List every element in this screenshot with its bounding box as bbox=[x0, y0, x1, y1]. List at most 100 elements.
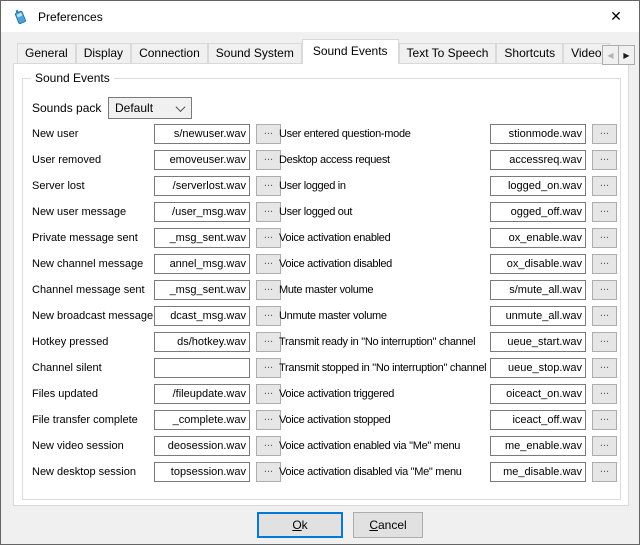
sound-event-row: Transmit ready in "No interruption" chan… bbox=[279, 332, 617, 352]
tab-bar: General Display Connection Sound System … bbox=[17, 39, 635, 64]
sound-event-label: Private message sent bbox=[32, 232, 154, 244]
browse-button[interactable]: ... bbox=[592, 228, 617, 248]
ok-button[interactable]: Ok bbox=[257, 512, 343, 538]
sound-event-row: New video session ... bbox=[32, 436, 281, 456]
sound-file-input[interactable] bbox=[490, 462, 586, 482]
sound-file-input[interactable] bbox=[490, 228, 586, 248]
sound-event-row: File transfer complete ... bbox=[32, 410, 281, 430]
sound-file-input[interactable] bbox=[490, 254, 586, 274]
sound-event-label: Desktop access request bbox=[279, 154, 490, 166]
tab-scroll-right-icon[interactable]: ▶ bbox=[618, 45, 635, 65]
sound-event-label: Voice activation triggered bbox=[279, 388, 490, 400]
browse-button[interactable]: ... bbox=[256, 254, 281, 274]
sound-file-input[interactable] bbox=[490, 202, 586, 222]
sound-file-input[interactable] bbox=[154, 332, 250, 352]
sound-file-input[interactable] bbox=[490, 332, 586, 352]
preferences-dialog: Preferences ✕ General Display Connection… bbox=[0, 0, 640, 545]
browse-button[interactable]: ... bbox=[256, 124, 281, 144]
sounds-pack-value: Default bbox=[115, 101, 153, 115]
tab-text-to-speech[interactable]: Text To Speech bbox=[399, 43, 497, 63]
sound-file-input[interactable] bbox=[490, 436, 586, 456]
sound-file-input[interactable] bbox=[154, 202, 250, 222]
sound-file-input[interactable] bbox=[490, 358, 586, 378]
sound-file-input[interactable] bbox=[490, 410, 586, 430]
browse-button[interactable]: ... bbox=[592, 176, 617, 196]
browse-button[interactable]: ... bbox=[256, 436, 281, 456]
window-title: Preferences bbox=[38, 10, 103, 24]
browse-button[interactable]: ... bbox=[256, 410, 281, 430]
ok-button-label: Ok bbox=[292, 518, 307, 532]
browse-button[interactable]: ... bbox=[256, 384, 281, 404]
sound-event-row: Voice activation disabled ... bbox=[279, 254, 617, 274]
sound-event-row: Hotkey pressed ... bbox=[32, 332, 281, 352]
browse-button[interactable]: ... bbox=[592, 332, 617, 352]
browse-button[interactable]: ... bbox=[592, 306, 617, 326]
tab-display[interactable]: Display bbox=[76, 43, 131, 63]
sound-event-row: User logged in ... bbox=[279, 176, 617, 196]
sound-file-input[interactable] bbox=[490, 150, 586, 170]
sound-event-label: Unmute master volume bbox=[279, 310, 490, 322]
sound-file-input[interactable] bbox=[490, 384, 586, 404]
browse-button[interactable]: ... bbox=[592, 150, 617, 170]
sound-file-input[interactable] bbox=[154, 176, 250, 196]
sound-events-column-left: New user ... User removed ... Server los… bbox=[32, 124, 281, 488]
tab-scroll-left-icon[interactable]: ◀ bbox=[602, 45, 619, 65]
browse-button[interactable]: ... bbox=[592, 358, 617, 378]
sound-event-row: Unmute master volume ... bbox=[279, 306, 617, 326]
sound-file-input[interactable] bbox=[154, 462, 250, 482]
browse-button[interactable]: ... bbox=[256, 462, 281, 482]
browse-button[interactable]: ... bbox=[256, 332, 281, 352]
browse-button[interactable]: ... bbox=[592, 280, 617, 300]
sound-file-input[interactable] bbox=[154, 384, 250, 404]
sound-file-input[interactable] bbox=[154, 124, 250, 144]
sound-file-input[interactable] bbox=[154, 410, 250, 430]
sound-file-input[interactable] bbox=[154, 228, 250, 248]
sound-event-row: Channel silent ... bbox=[32, 358, 281, 378]
browse-button[interactable]: ... bbox=[592, 462, 617, 482]
sound-event-row: Mute master volume ... bbox=[279, 280, 617, 300]
sound-event-label: Voice activation enabled via "Me" menu bbox=[279, 440, 490, 452]
browse-button[interactable]: ... bbox=[592, 202, 617, 222]
browse-button[interactable]: ... bbox=[256, 358, 281, 378]
sound-event-label: Server lost bbox=[32, 180, 154, 192]
browse-button[interactable]: ... bbox=[256, 280, 281, 300]
tab-connection[interactable]: Connection bbox=[131, 43, 208, 63]
sound-event-row: New desktop session ... bbox=[32, 462, 281, 482]
sound-events-column-right: User entered question-mode ... Desktop a… bbox=[279, 124, 617, 488]
chevron-down-icon bbox=[176, 102, 186, 112]
sound-file-input[interactable] bbox=[154, 306, 250, 326]
sound-event-row: Voice activation enabled ... bbox=[279, 228, 617, 248]
sound-file-input[interactable] bbox=[490, 176, 586, 196]
sound-file-input[interactable] bbox=[154, 436, 250, 456]
browse-button[interactable]: ... bbox=[592, 410, 617, 430]
browse-button[interactable]: ... bbox=[256, 150, 281, 170]
browse-button[interactable]: ... bbox=[256, 228, 281, 248]
sound-event-label: New user message bbox=[32, 206, 154, 218]
sounds-pack-select[interactable]: Default bbox=[108, 97, 192, 119]
sounds-pack-row: Sounds pack Default bbox=[32, 97, 192, 119]
sound-event-row: Files updated ... bbox=[32, 384, 281, 404]
close-icon[interactable]: ✕ bbox=[595, 1, 637, 32]
browse-button[interactable]: ... bbox=[256, 306, 281, 326]
sound-file-input[interactable] bbox=[154, 280, 250, 300]
sound-event-row: New user ... bbox=[32, 124, 281, 144]
tab-sound-system[interactable]: Sound System bbox=[208, 43, 302, 63]
sound-file-input[interactable] bbox=[154, 358, 250, 378]
sound-file-input[interactable] bbox=[490, 306, 586, 326]
sound-event-row: Desktop access request ... bbox=[279, 150, 617, 170]
cancel-button[interactable]: Cancel bbox=[353, 512, 423, 538]
browse-button[interactable]: ... bbox=[592, 254, 617, 274]
browse-button[interactable]: ... bbox=[592, 384, 617, 404]
browse-button[interactable]: ... bbox=[256, 176, 281, 196]
sound-file-input[interactable] bbox=[154, 254, 250, 274]
browse-button[interactable]: ... bbox=[256, 202, 281, 222]
tab-shortcuts[interactable]: Shortcuts bbox=[496, 43, 563, 63]
browse-button[interactable]: ... bbox=[592, 124, 617, 144]
sound-file-input[interactable] bbox=[490, 280, 586, 300]
sound-file-input[interactable] bbox=[154, 150, 250, 170]
tab-sound-events[interactable]: Sound Events bbox=[302, 39, 399, 64]
tab-general[interactable]: General bbox=[17, 43, 76, 63]
sound-file-input[interactable] bbox=[490, 124, 586, 144]
sound-event-label: Voice activation enabled bbox=[279, 232, 490, 244]
browse-button[interactable]: ... bbox=[592, 436, 617, 456]
